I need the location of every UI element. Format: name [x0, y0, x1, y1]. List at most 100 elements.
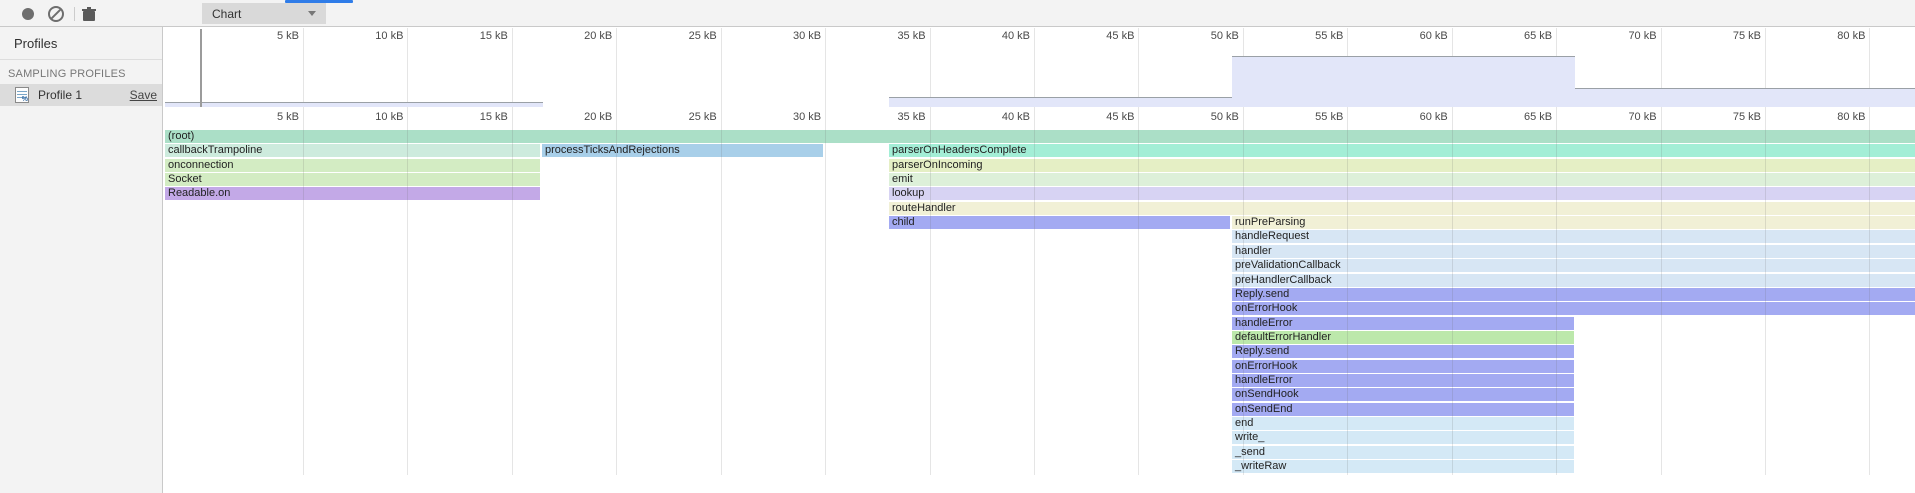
flame-frame-preValidationCallback[interactable]: preValidationCallback: [1232, 259, 1915, 272]
memory-profiler-panel: Chart Profiles SAMPLING PROFILES % Profi…: [0, 0, 1915, 493]
flame-frame-onconnection[interactable]: onconnection: [165, 159, 540, 172]
flame-gridline: [512, 107, 513, 475]
flame-frame-defaultErrorHandler[interactable]: defaultErrorHandler: [1232, 331, 1574, 344]
overview-ruler-tick: 75 kB: [1695, 30, 1761, 42]
profile-view-select[interactable]: Chart: [202, 3, 326, 24]
flame-frame-label: Socket: [168, 173, 202, 185]
flame-ruler-tick: 10 kB: [337, 111, 403, 123]
flame-frame-onSendEnd[interactable]: onSendEnd: [1232, 403, 1574, 416]
flame-gridline: [1765, 107, 1766, 475]
delete-profile-button[interactable]: [78, 3, 100, 25]
flame-frame-label: (root): [168, 130, 194, 142]
flame-frame-label: onSendHook: [1235, 388, 1299, 400]
overview-ruler-tick: 70 kB: [1591, 30, 1657, 42]
overview-gridline: [930, 28, 931, 107]
flame-frame-label: lookup: [892, 187, 924, 199]
overview-ruler-tick: 80 kB: [1799, 30, 1865, 42]
flame-ruler-tick: 15 kB: [442, 111, 508, 123]
clear-profiles-button[interactable]: [45, 3, 67, 25]
flame-frame-handleError[interactable]: handleError: [1232, 374, 1574, 387]
record-heap-profile-button[interactable]: [17, 3, 39, 25]
flame-frame-label: end: [1235, 417, 1253, 429]
flame-frame-label: parserOnIncoming: [892, 159, 983, 171]
save-profile-link[interactable]: Save: [130, 88, 157, 102]
flame-frame-preHandlerCallback[interactable]: preHandlerCallback: [1232, 274, 1915, 287]
flame-frame-onSendHook[interactable]: onSendHook: [1232, 388, 1574, 401]
sidebar-item-profile-1[interactable]: % Profile 1 Save: [0, 84, 162, 106]
overview-gridline: [303, 28, 304, 107]
flame-frame-Socket[interactable]: Socket: [165, 173, 540, 186]
flame-frame-onErrorHook[interactable]: onErrorHook: [1232, 302, 1915, 315]
flame-ruler-tick: 75 kB: [1695, 111, 1761, 123]
overview-gridline: [407, 28, 408, 107]
flame-ruler-tick: 70 kB: [1591, 111, 1657, 123]
flame-ruler-tick: 60 kB: [1382, 111, 1448, 123]
overview-ruler-tick: 15 kB: [442, 30, 508, 42]
overview-ruler-tick: 20 kB: [546, 30, 612, 42]
flame-frame-label: routeHandler: [892, 202, 956, 214]
flame-frame-Readable.on[interactable]: Readable.on: [165, 187, 540, 200]
flame-ruler-tick: 40 kB: [964, 111, 1030, 123]
overview-gridline: [1138, 28, 1139, 107]
overview-ruler-tick: 60 kB: [1382, 30, 1448, 42]
overview-ruler-tick: 55 kB: [1277, 30, 1343, 42]
flame-ruler-tick: 35 kB: [860, 111, 926, 123]
overview-ruler-tick: 65 kB: [1486, 30, 1552, 42]
flame-frame-routeHandler[interactable]: routeHandler: [889, 202, 1915, 215]
flame-frame-lookup[interactable]: lookup: [889, 187, 1915, 200]
flame-frame-label: emit: [892, 173, 913, 185]
flame-frame-end[interactable]: end: [1232, 417, 1574, 430]
flame-frame-label: _send: [1235, 446, 1265, 458]
overview-ruler-tick: 5 kB: [233, 30, 299, 42]
flame-frame-child[interactable]: child: [889, 216, 1230, 229]
flame-frame-_writeRaw[interactable]: _writeRaw: [1232, 460, 1574, 473]
flame-frame-handleRequest[interactable]: handleRequest: [1232, 230, 1915, 243]
overview-ruler-tick: 45 kB: [1068, 30, 1134, 42]
flame-frame-processTicksAndRejections[interactable]: processTicksAndRejections: [542, 144, 823, 157]
overview-ruler-tick: 40 kB: [964, 30, 1030, 42]
flame-gridline: [1869, 107, 1870, 475]
flame-frame-label: parserOnHeadersComplete: [892, 144, 1027, 156]
overview-ruler-tick: 35 kB: [860, 30, 926, 42]
profile-name: Profile 1: [38, 88, 82, 102]
flame-frame-callbackTrampoline[interactable]: callbackTrampoline: [165, 144, 540, 157]
allocation-overview-pane[interactable]: 5 kB10 kB15 kB20 kB25 kB30 kB35 kB40 kB4…: [163, 28, 1915, 107]
flame-ruler-tick: 55 kB: [1277, 111, 1343, 123]
flame-frame-Reply.send[interactable]: Reply.send: [1232, 288, 1915, 301]
profiler-toolbar: Chart: [0, 0, 1915, 27]
flame-frame-label: onErrorHook: [1235, 302, 1297, 314]
flame-gridline: [1661, 107, 1662, 475]
record-icon: [22, 8, 34, 20]
flame-frame-write_[interactable]: write_: [1232, 431, 1574, 444]
profiles-header: Profiles: [0, 27, 162, 60]
flame-gridline: [1034, 107, 1035, 475]
flame-frame-handler[interactable]: handler: [1232, 245, 1915, 258]
flame-frame-runPreParsing[interactable]: runPreParsing: [1232, 216, 1915, 229]
flame-frame-parserOnIncoming[interactable]: parserOnIncoming: [889, 159, 1915, 172]
flame-frame-onErrorHook[interactable]: onErrorHook: [1232, 360, 1574, 373]
overview-selection-handle[interactable]: [200, 29, 202, 107]
flame-frame-label: runPreParsing: [1235, 216, 1305, 228]
overview-step: [165, 102, 543, 107]
flame-frame-label: Readable.on: [168, 187, 230, 199]
flame-frame-label: callbackTrampoline: [168, 144, 262, 156]
flame-gridline: [616, 107, 617, 475]
flame-gridline: [930, 107, 931, 475]
clear-icon: [48, 6, 64, 22]
overview-ruler-tick: 50 kB: [1173, 30, 1239, 42]
flame-frame-emit[interactable]: emit: [889, 173, 1915, 186]
flame-gridline: [721, 107, 722, 475]
flame-frame-label: defaultErrorHandler: [1235, 331, 1331, 343]
flame-frame-Reply.send[interactable]: Reply.send: [1232, 345, 1574, 358]
flame-frame-parserOnHeadersComplete[interactable]: parserOnHeadersComplete: [889, 144, 1915, 157]
flame-gridline: [1556, 107, 1557, 475]
flame-ruler-tick: 5 kB: [233, 111, 299, 123]
overview-gridline: [1034, 28, 1035, 107]
flame-chart-pane[interactable]: 5 kB10 kB15 kB20 kB25 kB30 kB35 kB40 kB4…: [163, 107, 1915, 493]
flame-frame-label: handleRequest: [1235, 230, 1309, 242]
flame-frame-handleError[interactable]: handleError: [1232, 317, 1574, 330]
flame-frame-root[interactable]: (root): [165, 130, 1915, 143]
flame-frame-label: child: [892, 216, 915, 228]
flame-frame-_send[interactable]: _send: [1232, 446, 1574, 459]
flame-ruler-tick: 65 kB: [1486, 111, 1552, 123]
